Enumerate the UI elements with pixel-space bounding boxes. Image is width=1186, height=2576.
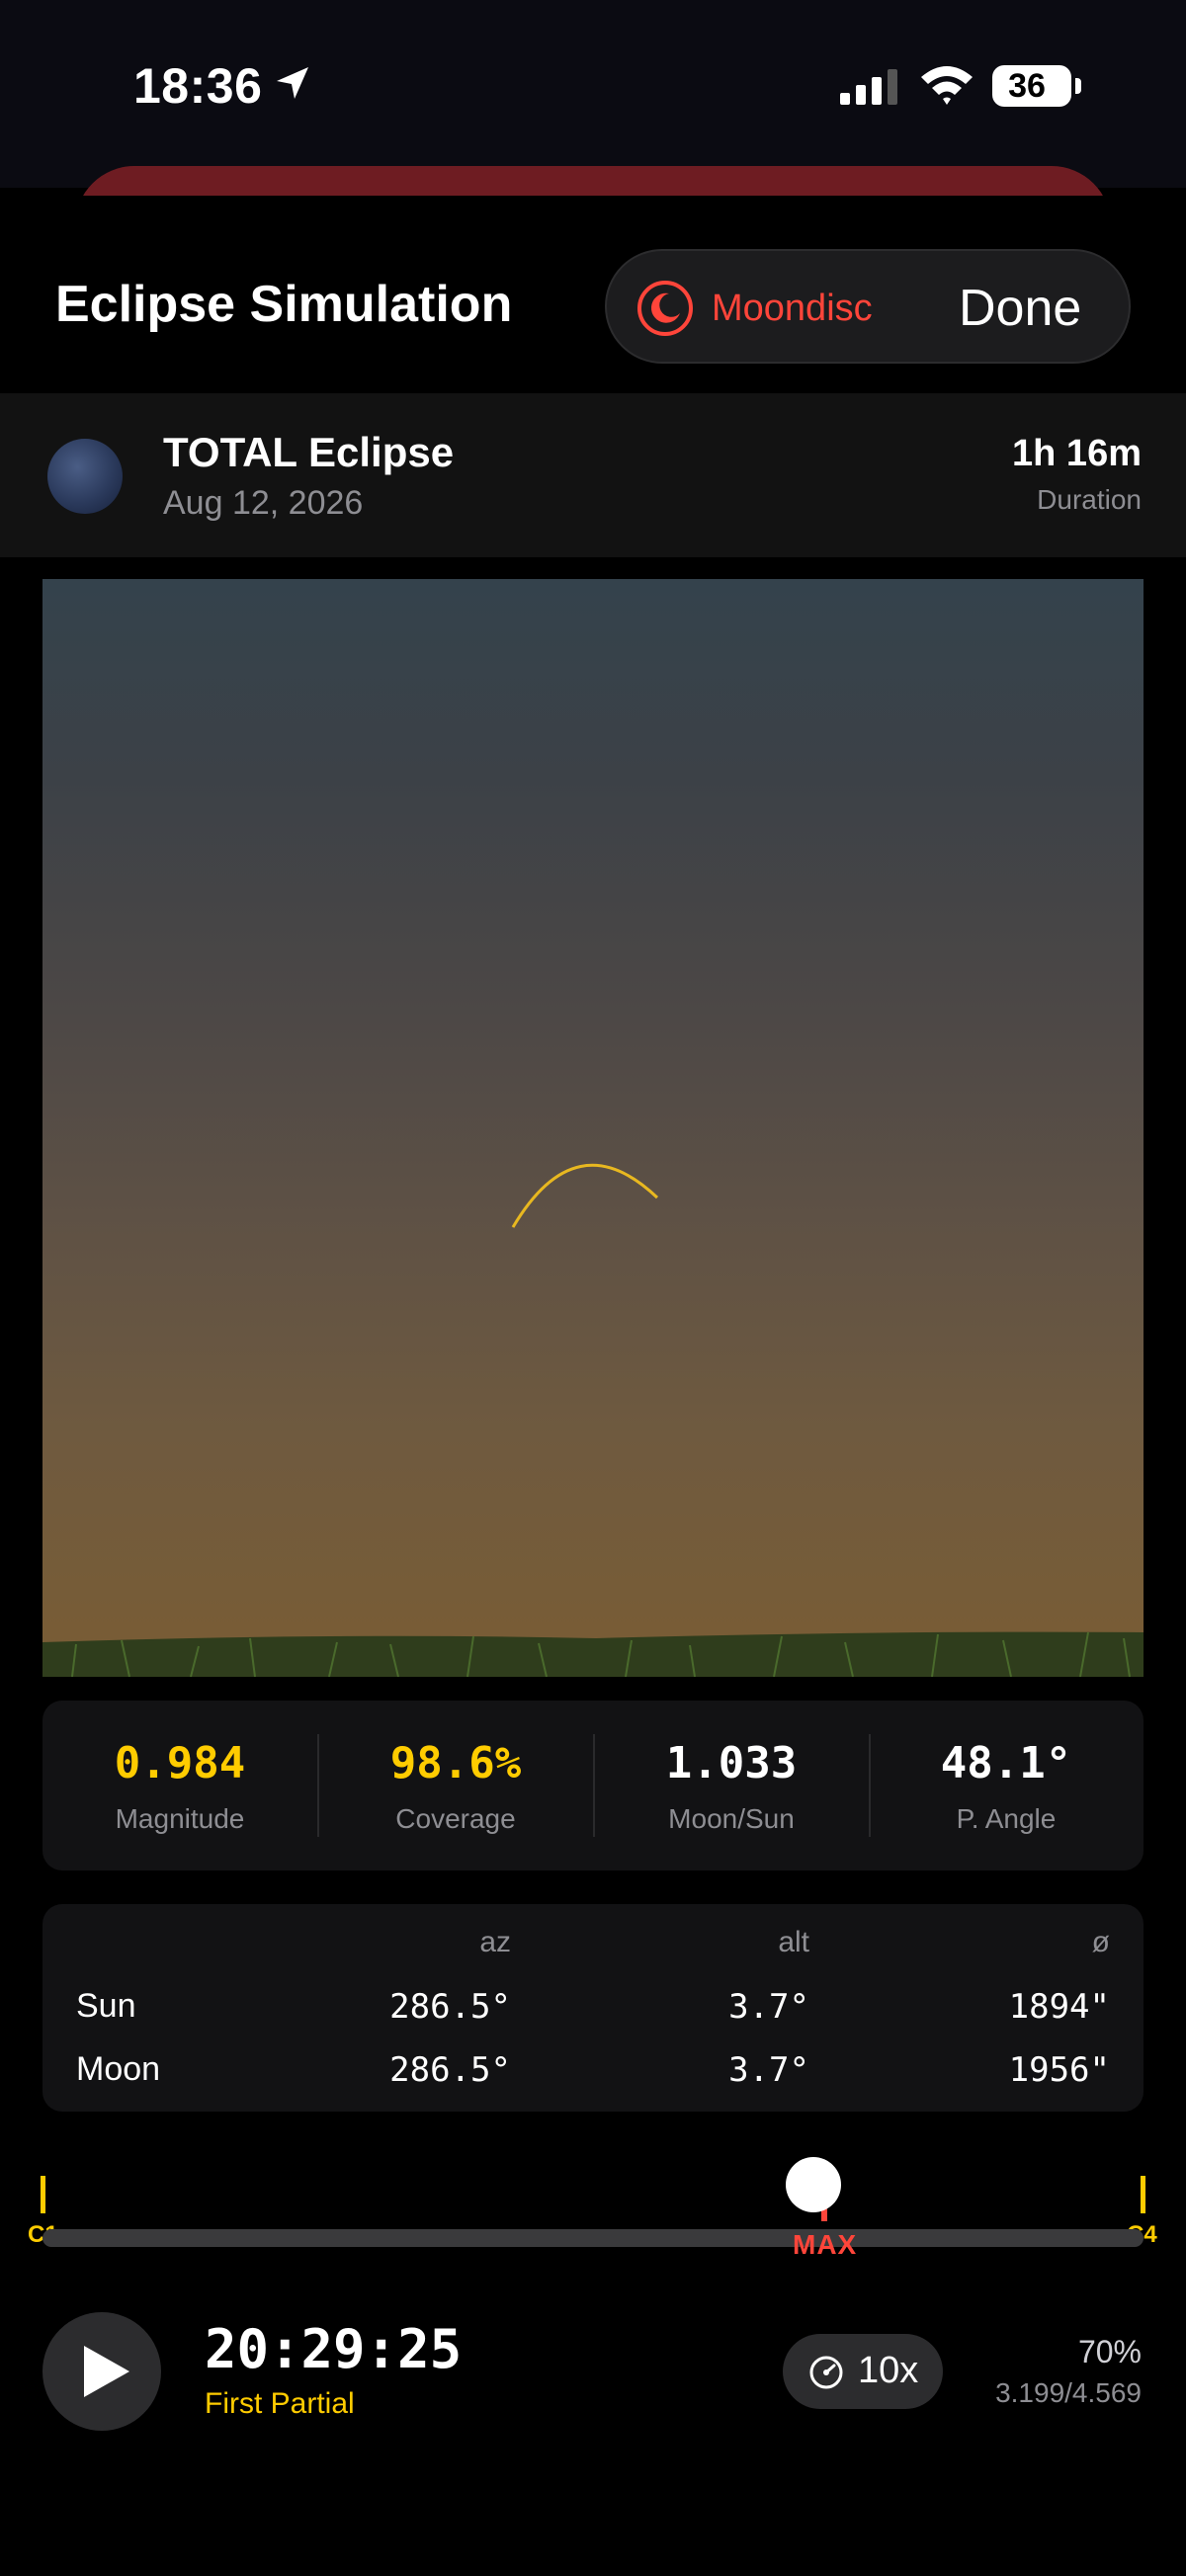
stat-p-angle: 48.1° P. Angle: [869, 1701, 1144, 1870]
timeline-scrubber[interactable]: [42, 2229, 1144, 2247]
play-button[interactable]: [42, 2312, 161, 2431]
moon-thumbnail: [47, 439, 123, 514]
moon-az: 286.5°: [389, 2050, 511, 2090]
moon-alt: 3.7°: [728, 2050, 809, 2090]
stat-value: 98.6%: [389, 1738, 522, 1788]
timeline-knob[interactable]: [786, 2157, 841, 2212]
progress-ratio: 3.199/4.569: [995, 2377, 1142, 2408]
location-arrow-icon: [277, 67, 308, 99]
row-name-moon: Moon: [76, 2050, 161, 2088]
play-icon: [84, 2346, 129, 2397]
duration-label: Duration: [1037, 484, 1142, 515]
sun-diameter: 1894": [1008, 1987, 1110, 2027]
sun-crescent: [511, 1163, 659, 1228]
moondisc-button[interactable]: Moondisc: [636, 279, 873, 338]
sun-az: 286.5°: [389, 1987, 511, 2027]
sky-simulation-view[interactable]: [42, 579, 1144, 1677]
eclipse-stats-card: 0.984 Magnitude 98.6% Coverage 1.033 Moo…: [42, 1701, 1144, 1870]
sky-scene: [42, 1163, 1144, 1677]
column-header-diameter: ø: [1091, 1926, 1110, 1958]
eclipse-title: TOTAL Eclipse: [163, 429, 455, 475]
stat-value: 48.1°: [940, 1738, 1072, 1788]
status-bar: 18:36 36: [0, 0, 1186, 188]
positions-table: az alt ø Sun 286.5° 3.7° 1894" Moon 286.…: [42, 1904, 1144, 2112]
moon-icon: [637, 281, 693, 336]
eclipse-duration: 1h 16m: [1012, 433, 1142, 474]
current-time: 20:29:25: [205, 2318, 463, 2380]
sun-alt: 3.7°: [728, 1987, 809, 2027]
progress-percent: 70%: [1077, 2334, 1142, 2369]
wifi-icon: [921, 66, 973, 105]
moon-diameter: 1956": [1008, 2050, 1110, 2090]
cellular-signal-icon: [840, 69, 897, 105]
column-header-az: az: [479, 1926, 511, 1958]
header-actions: Moondisc Done: [605, 249, 1131, 364]
stat-label: Moon/Sun: [668, 1803, 795, 1834]
speed-button[interactable]: 10x: [783, 2334, 943, 2409]
moondisc-label: Moondisc: [712, 287, 873, 329]
speedometer-icon: [809, 2356, 843, 2389]
done-button[interactable]: Done: [959, 279, 1081, 338]
grass-horizon: [42, 1631, 1144, 1677]
battery-level: 36: [1008, 67, 1046, 105]
speed-label: 10x: [858, 2350, 919, 2391]
stat-coverage: 98.6% Coverage: [318, 1701, 593, 1870]
eclipse-date: Aug 12, 2026: [163, 484, 364, 522]
c1-marker: [41, 2176, 45, 2213]
column-header-alt: alt: [778, 1926, 809, 1958]
battery-icon: 36: [992, 65, 1081, 107]
page-title: Eclipse Simulation: [55, 276, 513, 333]
c4-marker: [1141, 2176, 1145, 2213]
stat-magnitude: 0.984 Magnitude: [42, 1701, 317, 1870]
max-label: MAX: [793, 2229, 858, 2260]
row-name-sun: Sun: [76, 1987, 136, 2025]
eclipse-phase: First Partial: [205, 2387, 355, 2420]
stat-value: 1.033: [665, 1738, 798, 1788]
stat-moon-sun: 1.033 Moon/Sun: [594, 1701, 869, 1870]
stat-label: P. Angle: [956, 1803, 1057, 1834]
stat-label: Coverage: [395, 1803, 516, 1834]
stat-value: 0.984: [114, 1738, 246, 1788]
stat-label: Magnitude: [115, 1803, 245, 1834]
status-time: 18:36: [133, 58, 263, 114]
